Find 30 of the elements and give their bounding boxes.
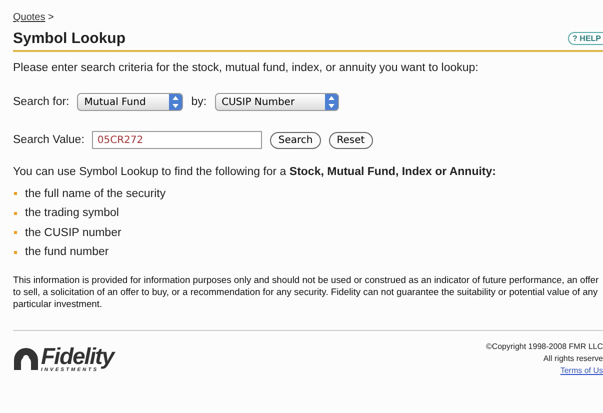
disclaimer-text: This information is provided for information purposes only and should not be used or construed as an indicator of future performance, an offer to sell, a solicitation of an offer to buy, or a recommendation for any security. Fidelity can not guarantee the suitability or potential value of any particular investment. [13, 274, 600, 310]
feature-item: the fund number [25, 246, 109, 258]
features-intro-text: You can use Symbol Lookup to find the following for a Stock, Mutual Fund, Index or Annuity: [13, 166, 497, 178]
bullet-icon [14, 250, 17, 254]
breadcrumb-separator: > [48, 12, 54, 23]
copyright-text: ©Copyright 1998-2008 FMR LLC [486, 341, 603, 353]
type-dropdown[interactable]: Mutual Fund [77, 93, 184, 111]
search-value-field[interactable]: 05CR272 [92, 131, 262, 149]
terms-link[interactable]: Terms of Us [560, 365, 603, 377]
help-button[interactable]: ? HELP [568, 32, 603, 45]
bullet-icon [14, 212, 17, 215]
field-label: Search Value: [13, 134, 84, 146]
feature-item: the trading symbol [25, 207, 119, 220]
search-button[interactable]: Search [270, 132, 321, 148]
feature-item: the full name of the security [25, 188, 166, 200]
logo-icon [13, 347, 39, 371]
breadcrumb-link[interactable]: Quotes [13, 12, 46, 23]
stepper-arrows-icon [324, 94, 338, 110]
bullet-icon [14, 192, 17, 196]
criteria-dropdown[interactable]: CUSIP Number [214, 93, 339, 111]
logo-text: Fidelity [41, 345, 114, 367]
reset-button[interactable]: Reset [328, 132, 373, 148]
rights-text: All rights reserve [543, 353, 603, 365]
page-title: Symbol Lookup [13, 30, 126, 47]
stepper-arrows-icon [169, 94, 182, 110]
feature-item: the CUSIP number [25, 226, 122, 239]
bullet-icon [14, 231, 17, 234]
instructions-text: Please enter search criteria for the stock, mutual fund, index, or annuity you want to lookup: [13, 62, 480, 74]
field-label: Search for: [13, 96, 70, 108]
field-label: by: [191, 96, 207, 108]
